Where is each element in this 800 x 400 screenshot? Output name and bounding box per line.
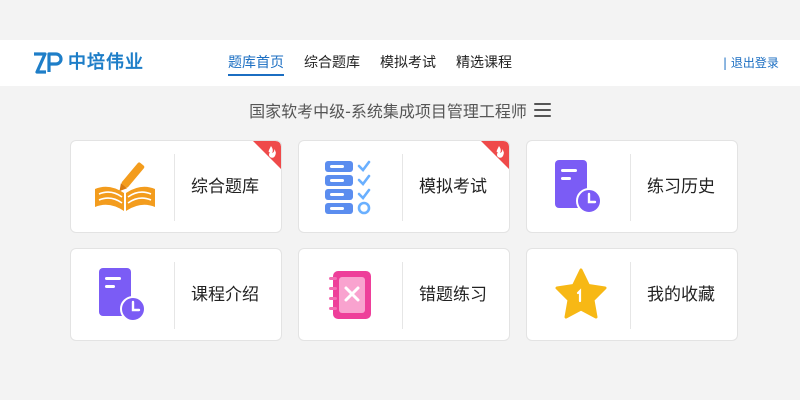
notebook-x-icon xyxy=(329,271,371,319)
nav-link-courses[interactable]: 精选课程 xyxy=(456,40,512,86)
brand-name: 中培伟业 xyxy=(68,52,144,73)
zp-logo-icon xyxy=(34,52,63,74)
document-clock-icon xyxy=(99,268,146,322)
card-divider xyxy=(402,262,403,329)
document-clock-icon xyxy=(555,160,602,214)
nav-link-home[interactable]: 题库首页 xyxy=(228,40,284,86)
page-title: 国家软考中级-系统集成项目管理工程师 xyxy=(249,102,527,121)
open-book-pen-icon xyxy=(95,162,155,211)
page-title-row: 国家软考中级-系统集成项目管理工程师 xyxy=(0,98,800,122)
logout-link[interactable]: | 退出登录 xyxy=(723,40,779,86)
hot-badge-icon xyxy=(481,141,509,169)
card-label: 我的收藏 xyxy=(647,285,715,305)
card-divider xyxy=(174,262,175,329)
brand-logo[interactable]: 中培伟业 xyxy=(33,51,144,75)
card-label: 模拟考试 xyxy=(419,177,487,197)
nav-link-question-bank[interactable]: 综合题库 xyxy=(304,40,360,86)
card-label: 练习历史 xyxy=(647,177,715,197)
top-navbar: 中培伟业 题库首页 综合题库 模拟考试 精选课程 | 退出登录 xyxy=(0,40,800,86)
card-divider xyxy=(630,262,631,329)
card-label: 错题练习 xyxy=(419,285,487,305)
card-wrong-questions[interactable]: 错题练习 xyxy=(298,248,510,341)
hot-badge-icon xyxy=(253,141,281,169)
main-nav: 题库首页 综合题库 模拟考试 精选课程 xyxy=(228,40,532,86)
card-label: 课程介绍 xyxy=(191,285,259,305)
card-mock-exam[interactable]: 模拟考试 xyxy=(298,140,510,233)
card-divider xyxy=(630,154,631,221)
card-label: 综合题库 xyxy=(191,177,259,197)
card-favorites[interactable]: 我的收藏 xyxy=(526,248,738,341)
card-question-bank[interactable]: 综合题库 xyxy=(70,140,282,233)
star-icon xyxy=(555,268,607,319)
card-course-intro[interactable]: 课程介绍 xyxy=(70,248,282,341)
nav-link-mock-exam[interactable]: 模拟考试 xyxy=(380,40,436,86)
card-divider xyxy=(402,154,403,221)
hamburger-menu-icon[interactable] xyxy=(533,103,551,117)
card-practice-history[interactable]: 练习历史 xyxy=(526,140,738,233)
top-strip xyxy=(0,0,800,40)
checklist-icon xyxy=(325,160,371,215)
card-divider xyxy=(174,154,175,221)
